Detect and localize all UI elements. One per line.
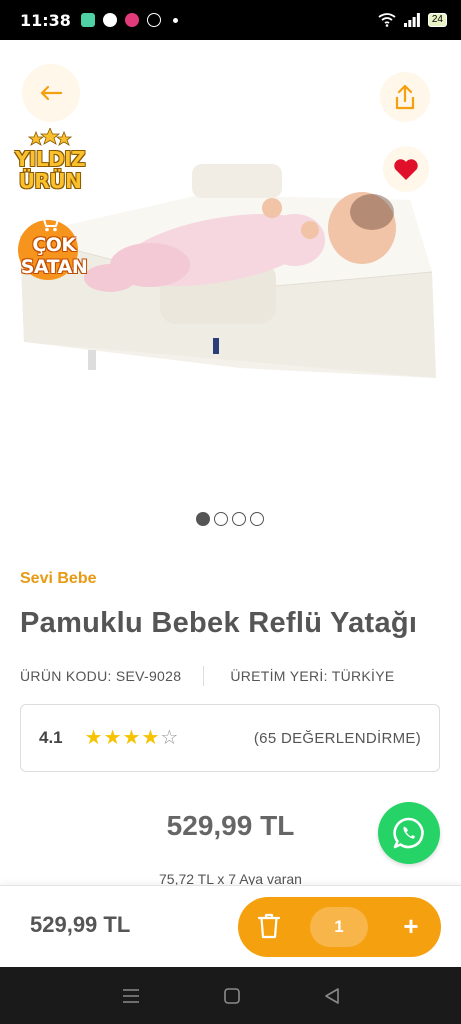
best-seller-badge: ÇOK SATAN bbox=[12, 212, 98, 296]
quantity-value[interactable]: 1 bbox=[310, 907, 368, 947]
status-time: 11:38 bbox=[20, 10, 71, 30]
carousel-dot[interactable] bbox=[232, 512, 246, 526]
rating-stars: ★ ★ ★ ★ ☆ bbox=[85, 728, 179, 748]
cart-bar-price: 529,99 TL bbox=[30, 912, 131, 937]
star-product-label: YILDIZ ÜRÜN bbox=[14, 147, 86, 193]
notification-app-icon bbox=[146, 13, 161, 27]
star-filled-icon: ★ bbox=[84, 727, 103, 749]
back-button[interactable] bbox=[22, 64, 80, 122]
increase-quantity-button[interactable]: + bbox=[396, 911, 426, 941]
whatsapp-icon bbox=[393, 817, 424, 849]
carousel-dot[interactable] bbox=[196, 512, 210, 526]
add-to-cart-bar: 529,99 TL 1 + bbox=[0, 885, 461, 967]
meta-divider bbox=[203, 666, 205, 686]
whatsapp-button[interactable] bbox=[378, 802, 440, 864]
brand-link[interactable]: Sevi Bebe bbox=[20, 570, 96, 588]
cart-quantity-control: 1 + bbox=[238, 897, 441, 957]
back-nav-icon[interactable] bbox=[324, 987, 340, 1005]
wifi-icon bbox=[378, 13, 396, 27]
system-nav-bar bbox=[0, 967, 461, 1024]
home-icon[interactable] bbox=[223, 987, 241, 1005]
star-empty-icon: ☆ bbox=[160, 727, 179, 749]
menu-icon[interactable] bbox=[122, 988, 140, 1004]
share-button[interactable] bbox=[380, 72, 430, 122]
battery-icon: 24 bbox=[427, 13, 447, 27]
share-icon bbox=[395, 84, 415, 110]
carousel-dot[interactable] bbox=[250, 512, 264, 526]
product-image-gallery[interactable]: YILDIZ ÜRÜN ÇOK SATAN bbox=[0, 40, 461, 545]
product-title: Pamuklu Bebek Reflü Yatağı bbox=[20, 607, 418, 639]
cart-icon bbox=[39, 215, 59, 232]
star-filled-icon: ★ bbox=[103, 727, 122, 749]
product-meta: ÜRÜN KODU: SEV-9028 ÜRETİM YERİ: TÜRKİYE bbox=[20, 666, 440, 686]
carousel-dot[interactable] bbox=[214, 512, 228, 526]
more-notifications-icon bbox=[172, 17, 178, 23]
arrow-left-icon bbox=[40, 85, 63, 101]
star-product-badge: YILDIZ ÜRÜN bbox=[8, 128, 92, 208]
rating-summary[interactable]: 4.1 ★ ★ ★ ★ ☆ (65 DEĞERLENDİRME) bbox=[20, 704, 440, 772]
rating-value: 4.1 bbox=[39, 728, 63, 747]
signal-icon bbox=[403, 13, 420, 27]
notification-app-icon bbox=[124, 13, 139, 27]
remove-from-cart-button[interactable] bbox=[254, 911, 284, 941]
star-filled-icon: ★ bbox=[122, 727, 141, 749]
favorite-button[interactable] bbox=[383, 146, 429, 192]
trash-icon bbox=[258, 913, 280, 939]
carousel-indicator[interactable] bbox=[196, 512, 264, 526]
best-seller-label: ÇOK SATAN bbox=[20, 234, 88, 278]
product-origin: ÜRETİM YERİ: TÜRKİYE bbox=[230, 668, 395, 684]
product-code: ÜRÜN KODU: SEV-9028 bbox=[20, 668, 182, 684]
rating-count-link[interactable]: (65 DEĞERLENDİRME) bbox=[254, 730, 421, 747]
status-bar: 11:38 24 bbox=[0, 0, 461, 40]
notification-app-icon bbox=[80, 13, 95, 27]
facebook-icon bbox=[102, 13, 117, 27]
star-filled-icon: ★ bbox=[141, 727, 160, 749]
heart-icon bbox=[394, 158, 418, 180]
